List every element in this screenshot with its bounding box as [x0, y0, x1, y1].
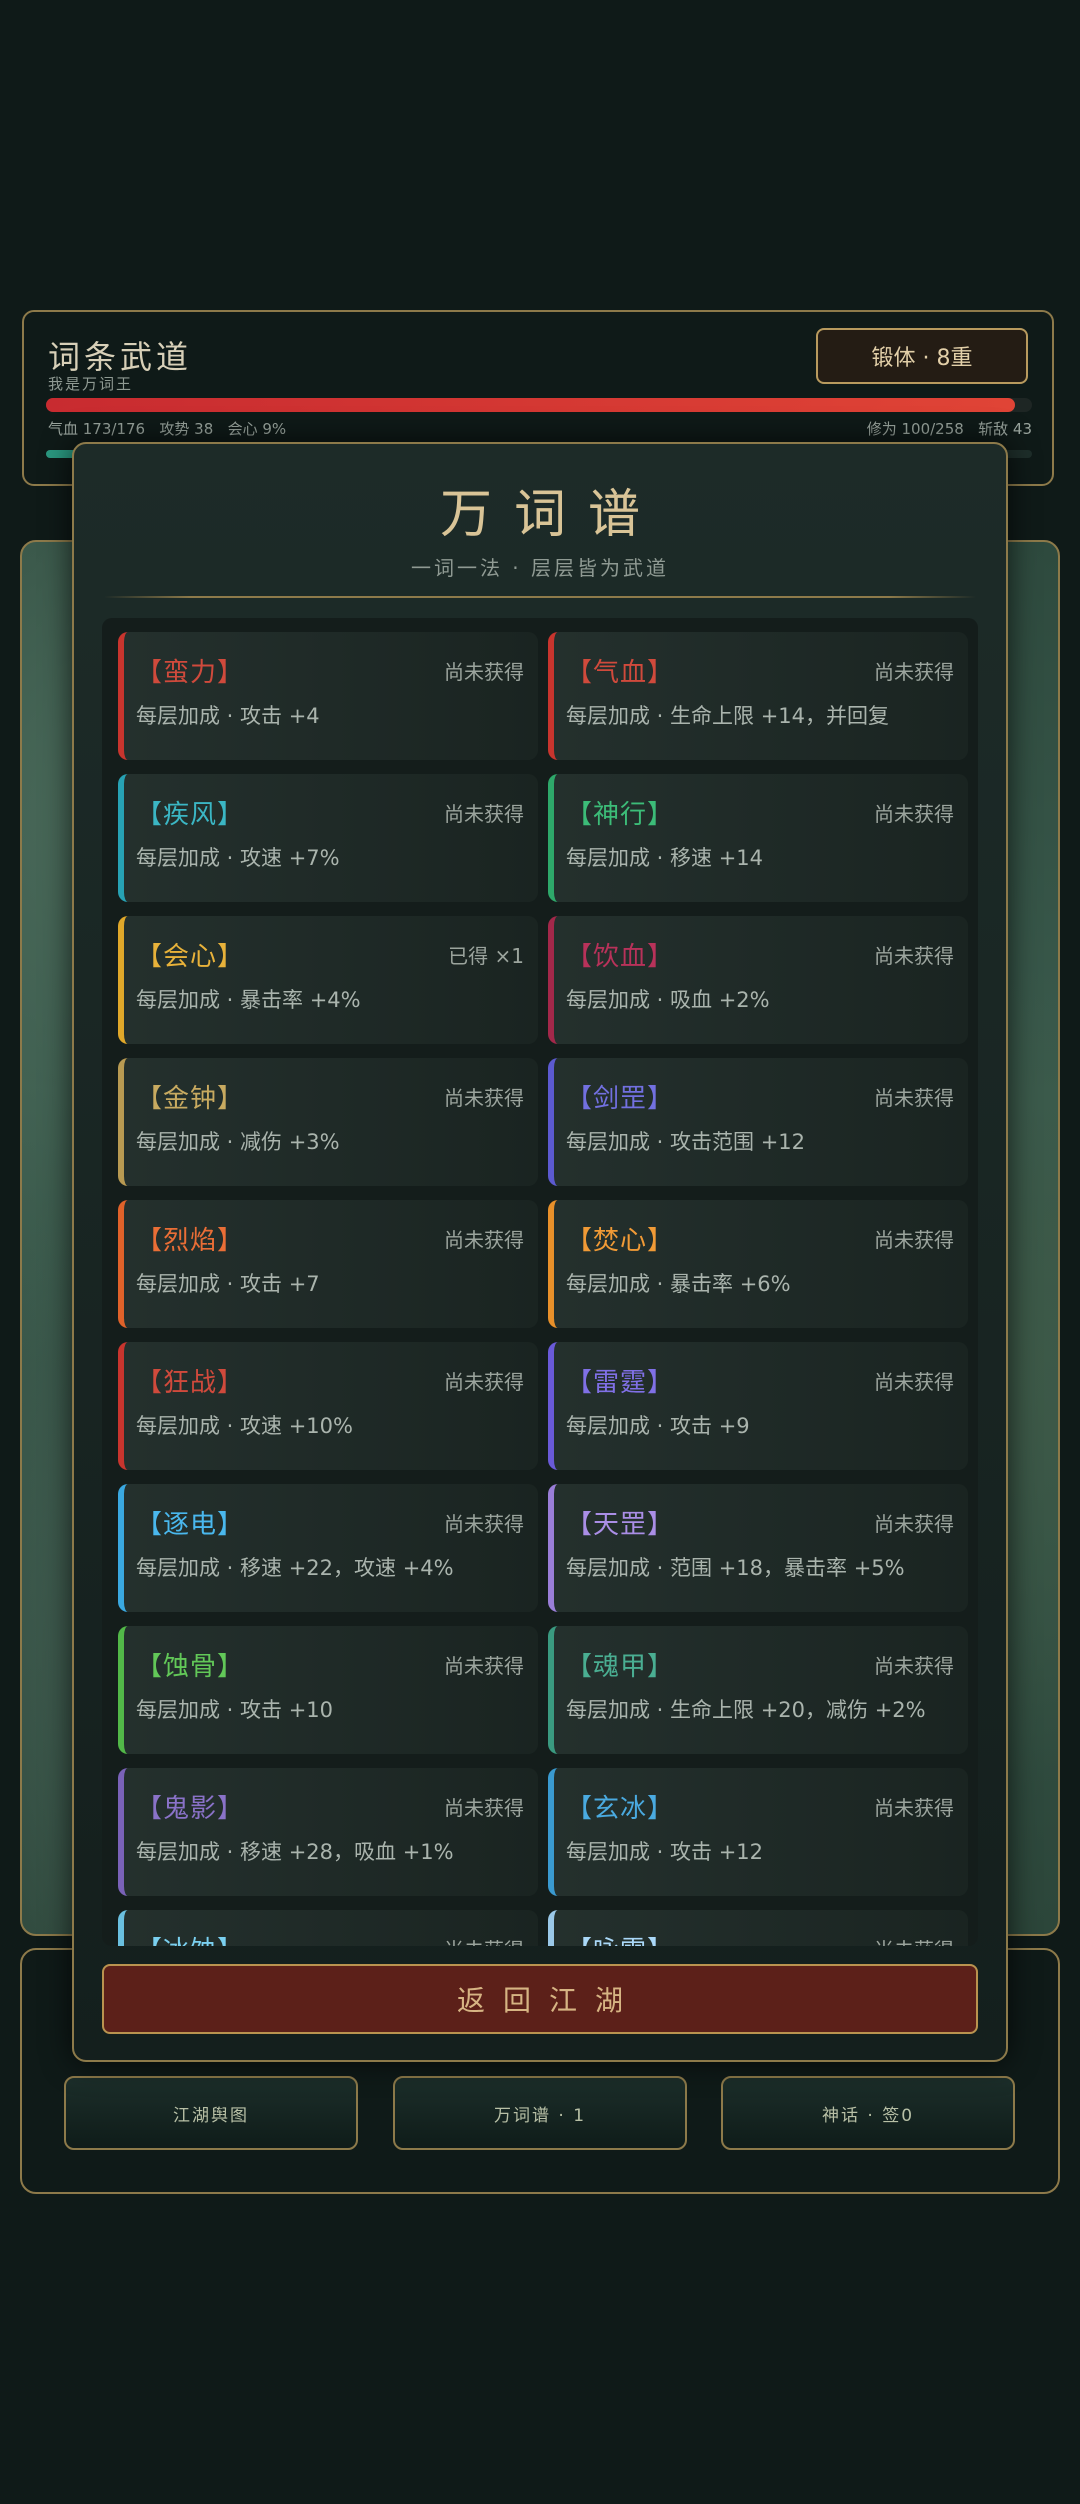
- kills-label: 斩敌 43: [978, 420, 1032, 438]
- entry-effect: 每层加成 · 生命上限 +20，减伤 +2%: [566, 1698, 926, 1722]
- entry-effect: 每层加成 · 攻速 +7%: [136, 846, 340, 870]
- entry-status: 尚未获得: [444, 802, 524, 826]
- entry-status: 尚未获得: [444, 660, 524, 684]
- entry-name: 【神行】: [566, 800, 675, 830]
- entry-card[interactable]: 【金钟】 尚未获得每层加成 · 减伤 +3%: [118, 1058, 538, 1186]
- entry-card[interactable]: 【气血】 尚未获得每层加成 · 生命上限 +14，并回复: [548, 632, 968, 760]
- entry-card[interactable]: 【魂甲】 尚未获得每层加成 · 生命上限 +20，减伤 +2%: [548, 1626, 968, 1754]
- entry-status: 尚未获得: [874, 1796, 954, 1820]
- entry-name: 【饮血】: [566, 942, 675, 972]
- entry-card[interactable]: 【冰蚀】 尚未获得: [118, 1910, 538, 1946]
- entry-name: 【蛮力】: [136, 658, 245, 688]
- progress-stats: 修为 100/258 斩敌 43: [867, 418, 1032, 439]
- entry-card[interactable]: 【烈焰】 尚未获得每层加成 · 攻击 +7: [118, 1200, 538, 1328]
- entry-name: 【金钟】: [136, 1084, 245, 1114]
- entry-status: 尚未获得: [444, 1512, 524, 1536]
- entry-status: 尚未获得: [444, 1370, 524, 1394]
- nav-myth-button[interactable]: 神话 · 签0: [721, 2076, 1015, 2150]
- entry-card[interactable]: 【雷霆】 尚未获得每层加成 · 攻击 +9: [548, 1342, 968, 1470]
- modal-title: 万词谱: [439, 485, 662, 545]
- entry-name: 【烈焰】: [136, 1226, 245, 1256]
- entry-name: 【狂战】: [136, 1368, 245, 1398]
- entry-status: 尚未获得: [874, 1934, 954, 1946]
- hp-bar-fill: [46, 398, 1016, 412]
- modal-subtitle: 一词一法 · 层层皆为武道: [410, 556, 670, 580]
- entry-status: 已得 ×1: [448, 944, 524, 968]
- entry-card[interactable]: 【饮血】 尚未获得每层加成 · 吸血 +2%: [548, 916, 968, 1044]
- entry-effect: 每层加成 · 攻击 +10: [136, 1698, 334, 1722]
- entry-effect: 每层加成 · 移速 +22，攻速 +4%: [136, 1556, 454, 1580]
- entry-card[interactable]: 【剑罡】 尚未获得每层加成 · 攻击范围 +12: [548, 1058, 968, 1186]
- entry-status: 尚未获得: [444, 1796, 524, 1820]
- entry-effect: 每层加成 · 移速 +14: [566, 846, 764, 870]
- entry-effect: 每层加成 · 攻击 +7: [136, 1272, 320, 1296]
- entry-name: 【气血】: [566, 658, 675, 688]
- entry-name: 【剑罡】: [566, 1084, 675, 1114]
- entry-effect: 每层加成 · 暴击率 +6%: [566, 1272, 791, 1296]
- entry-effect: 每层加成 · 生命上限 +14，并回复: [566, 704, 890, 728]
- entry-name: 【逐电】: [136, 1510, 245, 1540]
- return-button[interactable]: 返回江湖: [102, 1964, 978, 2034]
- entry-card[interactable]: 【蚀骨】 尚未获得每层加成 · 攻击 +10: [118, 1626, 538, 1754]
- nav-codex-button[interactable]: 万词谱 · 1: [393, 2076, 687, 2150]
- entry-card[interactable]: 【疾风】 尚未获得每层加成 · 攻速 +7%: [118, 774, 538, 902]
- entry-card[interactable]: 【逐电】 尚未获得每层加成 · 移速 +22，攻速 +4%: [118, 1484, 538, 1612]
- nav-world-map-button[interactable]: 江湖舆图: [64, 2076, 358, 2150]
- game-title: 词条武道: [48, 338, 193, 376]
- entry-effect: 每层加成 · 范围 +18，暴击率 +5%: [566, 1556, 905, 1580]
- entry-name: 【蚀骨】: [136, 1652, 245, 1682]
- entry-name: 【天罡】: [566, 1510, 675, 1540]
- divider: [104, 596, 976, 598]
- entry-list[interactable]: 【蛮力】 尚未获得 每层加成 · 攻击 +4 【气血】 尚未获得 每层加成 · 生命上限 …: [102, 618, 978, 1946]
- entry-card[interactable]: 【狂战】 尚未获得每层加成 · 攻速 +10%: [118, 1342, 538, 1470]
- entry-card[interactable]: 【鬼影】 尚未获得每层加成 · 移速 +28，吸血 +1%: [118, 1768, 538, 1896]
- entry-card[interactable]: 【蛮力】 尚未获得每层加成 · 攻击 +4: [118, 632, 538, 760]
- entry-effect: 每层加成 · 攻击范围 +12: [566, 1130, 806, 1154]
- entry-effect: 每层加成 · 攻击 +9: [566, 1414, 750, 1438]
- entry-status: 尚未获得: [444, 1934, 524, 1946]
- entry-name: 【鬼影】: [136, 1794, 245, 1824]
- entry-name: 【疾风】: [136, 800, 245, 830]
- entry-card[interactable]: 【咏雪】 尚未获得: [548, 1910, 968, 1946]
- entry-name: 【玄冰】: [566, 1794, 675, 1824]
- attack-label: 攻势 38: [159, 420, 214, 438]
- entry-card[interactable]: 【天罡】 尚未获得每层加成 · 范围 +18，暴击率 +5%: [548, 1484, 968, 1612]
- entry-name: 【雷霆】: [566, 1368, 675, 1398]
- entry-name: 【咏雪】: [566, 1930, 674, 1946]
- entry-effect: 每层加成 · 减伤 +3%: [136, 1130, 340, 1154]
- entry-status: 尚未获得: [444, 1086, 524, 1110]
- entry-card[interactable]: 【神行】 尚未获得每层加成 · 移速 +14: [548, 774, 968, 902]
- entry-status: 尚未获得: [874, 1370, 954, 1394]
- entry-name: 【魂甲】: [566, 1652, 675, 1682]
- entry-status: 尚未获得: [874, 944, 954, 968]
- combat-stats: 气血 173/176 攻势 38 会心 9%: [48, 418, 286, 439]
- entry-card[interactable]: 【会心】 已得 ×1 每层加成 · 暴击率 +4%: [118, 916, 538, 1044]
- entry-status: 尚未获得: [874, 1512, 954, 1536]
- player-name: 我是万词王: [48, 375, 134, 393]
- entry-effect: 每层加成 · 吸血 +2%: [566, 988, 770, 1012]
- entry-card[interactable]: 【玄冰】 尚未获得每层加成 · 攻击 +12: [548, 1768, 968, 1896]
- entry-grid: 【蛮力】 尚未获得 每层加成 · 攻击 +4 【气血】 尚未获得 每层加成 · 生命上限 …: [102, 618, 978, 1946]
- entry-status: 尚未获得: [874, 802, 954, 826]
- crit-label: 会心 9%: [227, 420, 287, 438]
- entry-status: 尚未获得: [444, 1654, 524, 1678]
- entry-status: 尚未获得: [874, 1654, 954, 1678]
- entry-effect: 每层加成 · 攻击 +4: [136, 704, 320, 728]
- entry-status: 尚未获得: [874, 660, 954, 684]
- entry-name: 【冰蚀】: [136, 1930, 244, 1946]
- realm-badge[interactable]: 锻体 · 8重: [816, 328, 1028, 384]
- entry-effect: 每层加成 · 暴击率 +4%: [136, 988, 361, 1012]
- entry-name: 【焚心】: [566, 1226, 675, 1256]
- entry-status: 尚未获得: [874, 1086, 954, 1110]
- entry-effect: 每层加成 · 攻速 +10%: [136, 1414, 353, 1438]
- entry-card[interactable]: 【焚心】 尚未获得每层加成 · 暴击率 +6%: [548, 1200, 968, 1328]
- entry-effect: 每层加成 · 攻击 +12: [566, 1840, 764, 1864]
- cultivation-label: 修为 100/258: [866, 420, 964, 438]
- entry-name: 【会心】: [136, 942, 245, 972]
- entry-status: 尚未获得: [444, 1228, 524, 1252]
- hp-label: 气血 173/176: [48, 420, 146, 438]
- entry-status: 尚未获得: [874, 1228, 954, 1252]
- entry-effect: 每层加成 · 移速 +28，吸血 +1%: [136, 1840, 454, 1864]
